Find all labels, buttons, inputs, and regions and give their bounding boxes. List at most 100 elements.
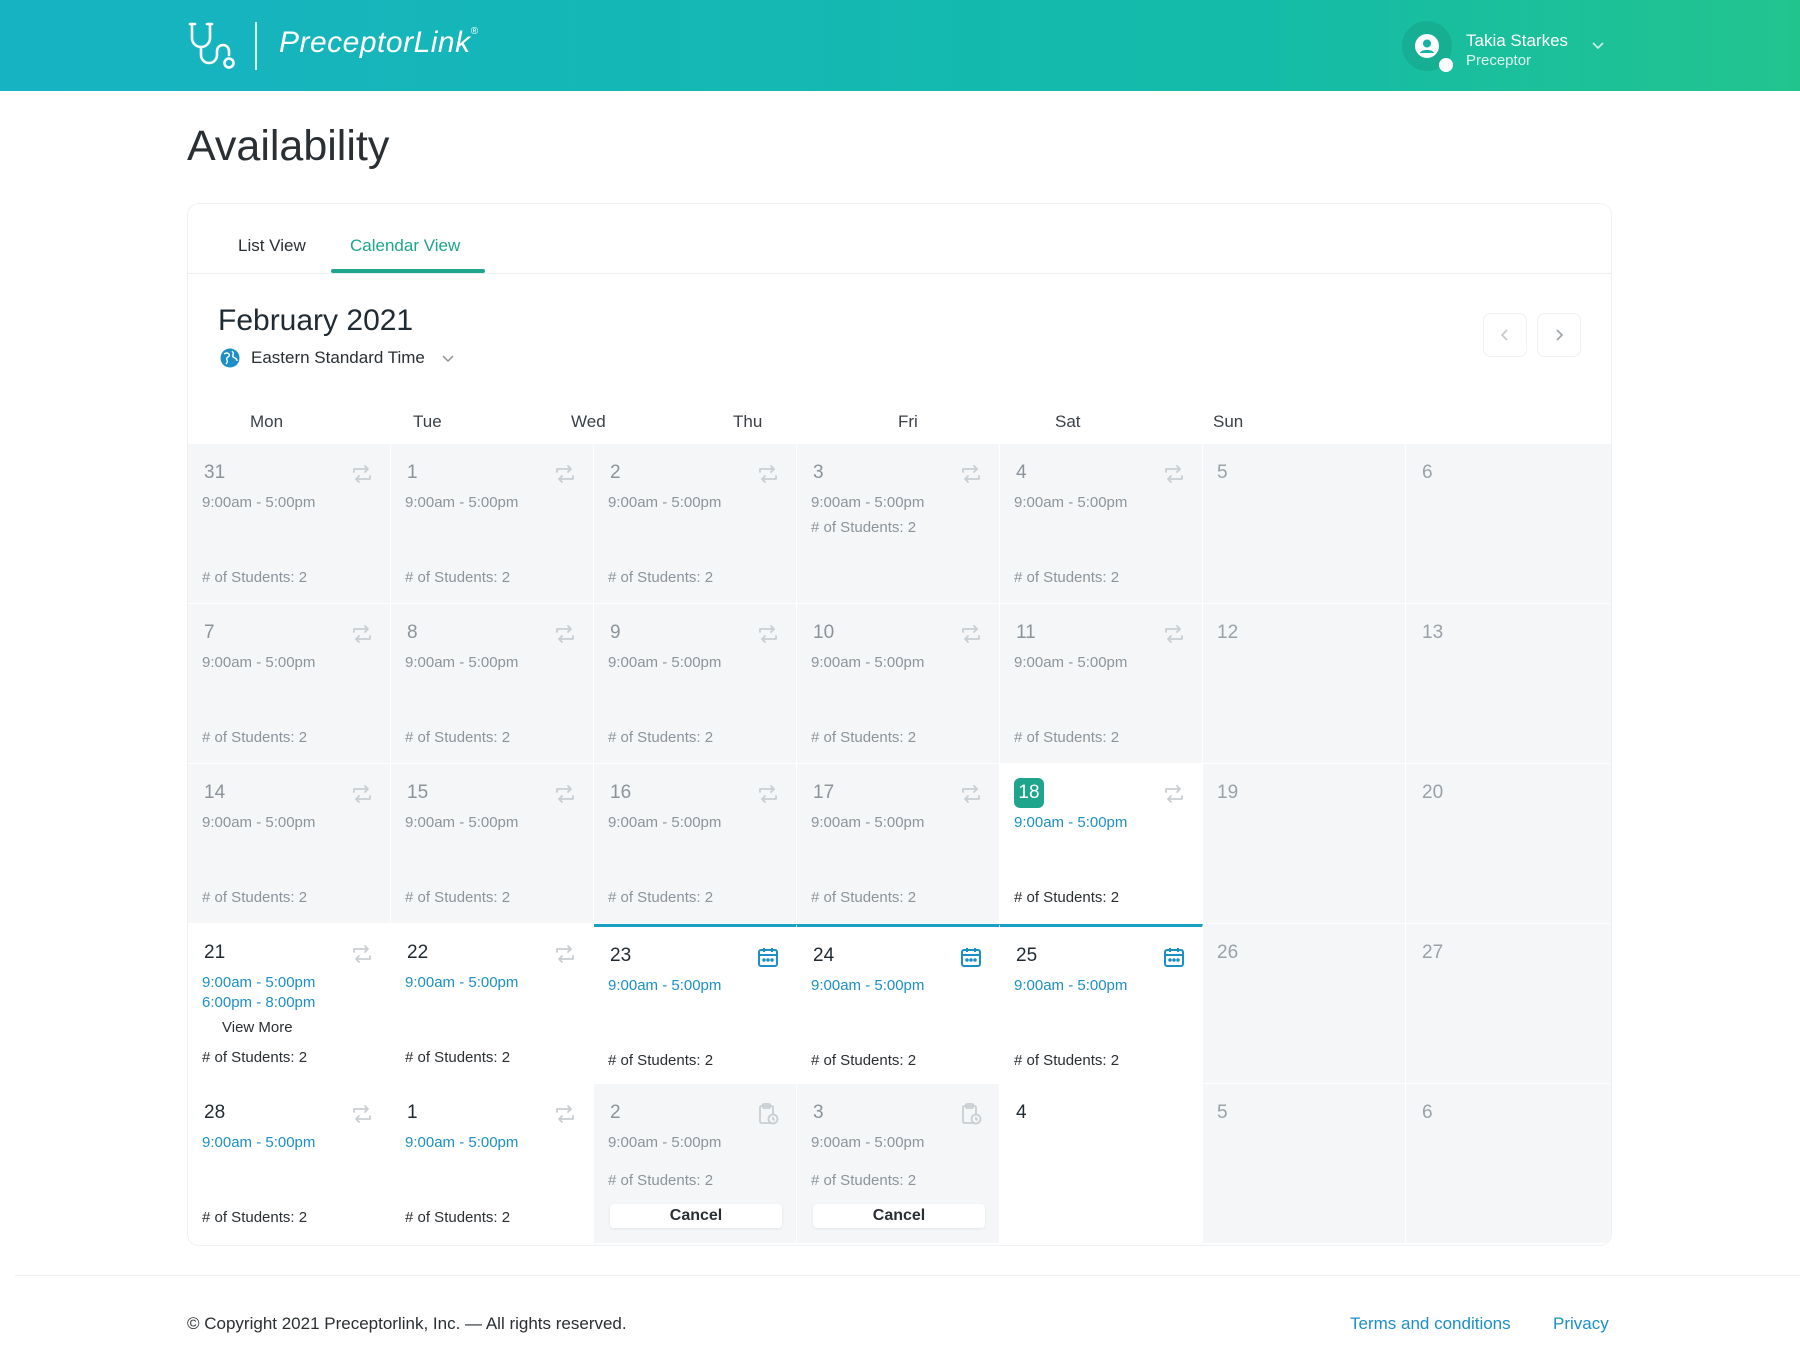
- timezone-selector[interactable]: Eastern Standard Time: [220, 347, 455, 369]
- time-slot[interactable]: 9:00am - 5:00pm: [1014, 494, 1127, 511]
- view-more-link[interactable]: View More: [222, 1019, 293, 1036]
- repeat-icon[interactable]: [756, 462, 780, 486]
- calendar-day-cell[interactable]: 4: [1000, 1084, 1203, 1244]
- time-slot[interactable]: 9:00am - 5:00pm: [405, 814, 518, 831]
- repeat-icon[interactable]: [350, 622, 374, 646]
- time-slot[interactable]: 9:00am - 5:00pm: [202, 974, 315, 991]
- calendar-day-cell[interactable]: 27: [1406, 924, 1611, 1084]
- calendar-day-cell[interactable]: 6: [1406, 1084, 1611, 1244]
- calendar-day-cell[interactable]: 1 9:00am - 5:00pm # of Students: 2: [391, 444, 594, 604]
- calendar-day-cell[interactable]: 25 9:00am - 5:00pm # of Students: 2: [1000, 924, 1203, 1084]
- calendar-day-cell[interactable]: 28 9:00am - 5:00pm # of Students: 2: [188, 1084, 391, 1244]
- time-slot[interactable]: 9:00am - 5:00pm: [202, 814, 315, 831]
- time-slot[interactable]: 9:00am - 5:00pm: [608, 814, 721, 831]
- time-slot[interactable]: 9:00am - 5:00pm: [608, 654, 721, 671]
- calendar-day-cell[interactable]: 18 9:00am - 5:00pm # of Students: 2: [1000, 764, 1203, 924]
- repeat-icon[interactable]: [350, 462, 374, 486]
- calendar-day-cell[interactable]: 31 9:00am - 5:00pm # of Students: 2: [188, 444, 391, 604]
- calendar-day-cell[interactable]: 16 9:00am - 5:00pm # of Students: 2: [594, 764, 797, 924]
- repeat-icon[interactable]: [553, 1102, 577, 1126]
- time-slot[interactable]: 9:00am - 5:00pm: [1014, 814, 1127, 831]
- cancel-button[interactable]: Cancel: [813, 1204, 985, 1228]
- time-slot[interactable]: 9:00am - 5:00pm: [202, 654, 315, 671]
- repeat-icon[interactable]: [756, 622, 780, 646]
- tab-calendar-view[interactable]: Calendar View: [350, 236, 460, 256]
- calendar-day-cell[interactable]: 8 9:00am - 5:00pm # of Students: 2: [391, 604, 594, 764]
- time-slot[interactable]: 9:00am - 5:00pm: [608, 494, 721, 511]
- calendar-day-cell[interactable]: 12: [1203, 604, 1406, 764]
- time-slot[interactable]: 6:00pm - 8:00pm: [202, 994, 315, 1011]
- repeat-icon[interactable]: [350, 942, 374, 966]
- repeat-icon[interactable]: [959, 782, 983, 806]
- time-slot[interactable]: 9:00am - 5:00pm: [1014, 977, 1127, 994]
- next-month-button[interactable]: [1537, 313, 1581, 357]
- calendar-day-cell[interactable]: 1 9:00am - 5:00pm # of Students: 2: [391, 1084, 594, 1244]
- repeat-icon[interactable]: [1162, 622, 1186, 646]
- time-slot[interactable]: 9:00am - 5:00pm: [405, 1134, 518, 1151]
- calendar-day-cell[interactable]: 26: [1203, 924, 1406, 1084]
- calendar-icon[interactable]: [1162, 945, 1186, 969]
- calendar-day-cell[interactable]: 17 9:00am - 5:00pm # of Students: 2: [797, 764, 1000, 924]
- day-number: 20: [1422, 782, 1444, 803]
- time-slot[interactable]: 9:00am - 5:00pm: [811, 1134, 924, 1151]
- time-slot[interactable]: 9:00am - 5:00pm: [608, 977, 721, 994]
- repeat-icon[interactable]: [553, 462, 577, 486]
- time-slot[interactable]: 9:00am - 5:00pm: [811, 494, 924, 511]
- repeat-icon[interactable]: [350, 1102, 374, 1126]
- calendar-day-cell[interactable]: 20: [1406, 764, 1611, 924]
- calendar-day-cell[interactable]: 19: [1203, 764, 1406, 924]
- calendar-day-cell[interactable]: 23 9:00am - 5:00pm # of Students: 2: [594, 924, 797, 1084]
- time-slot[interactable]: 9:00am - 5:00pm: [1014, 654, 1127, 671]
- repeat-icon[interactable]: [756, 782, 780, 806]
- repeat-icon[interactable]: [1162, 462, 1186, 486]
- repeat-icon[interactable]: [553, 622, 577, 646]
- calendar-icon[interactable]: [756, 945, 780, 969]
- calendar-day-cell[interactable]: 13: [1406, 604, 1611, 764]
- calendar-day-cell[interactable]: 10 9:00am - 5:00pm # of Students: 2: [797, 604, 1000, 764]
- repeat-icon[interactable]: [553, 782, 577, 806]
- chevron-down-icon[interactable]: [441, 351, 455, 365]
- time-slot[interactable]: 9:00am - 5:00pm: [811, 814, 924, 831]
- repeat-icon[interactable]: [959, 462, 983, 486]
- time-slot[interactable]: 9:00am - 5:00pm: [405, 494, 518, 511]
- time-slot[interactable]: 9:00am - 5:00pm: [202, 494, 315, 511]
- time-slot[interactable]: 9:00am - 5:00pm: [811, 977, 924, 994]
- privacy-link[interactable]: Privacy: [1553, 1314, 1609, 1334]
- calendar-day-cell[interactable]: 6: [1406, 444, 1611, 604]
- calendar-day-cell[interactable]: 7 9:00am - 5:00pm # of Students: 2: [188, 604, 391, 764]
- time-slot[interactable]: 9:00am - 5:00pm: [811, 654, 924, 671]
- calendar-day-cell[interactable]: 3 9:00am - 5:00pm # of Students: 2: [797, 444, 1000, 604]
- terms-link[interactable]: Terms and conditions: [1350, 1314, 1511, 1334]
- calendar-day-cell[interactable]: 4 9:00am - 5:00pm # of Students: 2: [1000, 444, 1203, 604]
- brand-name[interactable]: PreceptorLink®: [279, 26, 478, 60]
- calendar-day-cell[interactable]: 24 9:00am - 5:00pm # of Students: 2: [797, 924, 1000, 1084]
- calendar-day-cell[interactable]: 2 9:00am - 5:00pm # of Students: 2: [594, 444, 797, 604]
- calendar-day-cell[interactable]: 22 9:00am - 5:00pm # of Students: 2: [391, 924, 594, 1084]
- calendar-day-cell[interactable]: 3 9:00am - 5:00pm # of Students: 2 Cancel: [797, 1084, 1000, 1244]
- previous-month-button[interactable]: [1483, 313, 1527, 357]
- avatar[interactable]: [1402, 21, 1453, 72]
- user-menu[interactable]: Takia Starkes Preceptor: [1402, 21, 1612, 73]
- time-slot[interactable]: 9:00am - 5:00pm: [608, 1134, 721, 1151]
- calendar-day-cell[interactable]: 11 9:00am - 5:00pm # of Students: 2: [1000, 604, 1203, 764]
- repeat-icon[interactable]: [1162, 782, 1186, 806]
- calendar-icon[interactable]: [959, 945, 983, 969]
- repeat-icon[interactable]: [350, 782, 374, 806]
- time-slot[interactable]: 9:00am - 5:00pm: [405, 654, 518, 671]
- calendar-day-cell[interactable]: 15 9:00am - 5:00pm # of Students: 2: [391, 764, 594, 924]
- repeat-icon[interactable]: [553, 942, 577, 966]
- clipboard-clock-icon[interactable]: [756, 1102, 780, 1126]
- clipboard-clock-icon[interactable]: [959, 1102, 983, 1126]
- calendar-day-cell[interactable]: 2 9:00am - 5:00pm # of Students: 2 Cancel: [594, 1084, 797, 1244]
- calendar-day-cell[interactable]: 14 9:00am - 5:00pm # of Students: 2: [188, 764, 391, 924]
- calendar-day-cell[interactable]: 21 9:00am - 5:00pm 6:00pm - 8:00pm View Mor…: [188, 924, 391, 1084]
- repeat-icon[interactable]: [959, 622, 983, 646]
- time-slot[interactable]: 9:00am - 5:00pm: [202, 1134, 315, 1151]
- chevron-down-icon[interactable]: [1590, 37, 1606, 53]
- cancel-button[interactable]: Cancel: [610, 1204, 782, 1228]
- time-slot[interactable]: 9:00am - 5:00pm: [405, 974, 518, 991]
- tab-list-view[interactable]: List View: [238, 236, 306, 256]
- calendar-day-cell[interactable]: 5: [1203, 444, 1406, 604]
- calendar-day-cell[interactable]: 9 9:00am - 5:00pm # of Students: 2: [594, 604, 797, 764]
- calendar-day-cell[interactable]: 5: [1203, 1084, 1406, 1244]
